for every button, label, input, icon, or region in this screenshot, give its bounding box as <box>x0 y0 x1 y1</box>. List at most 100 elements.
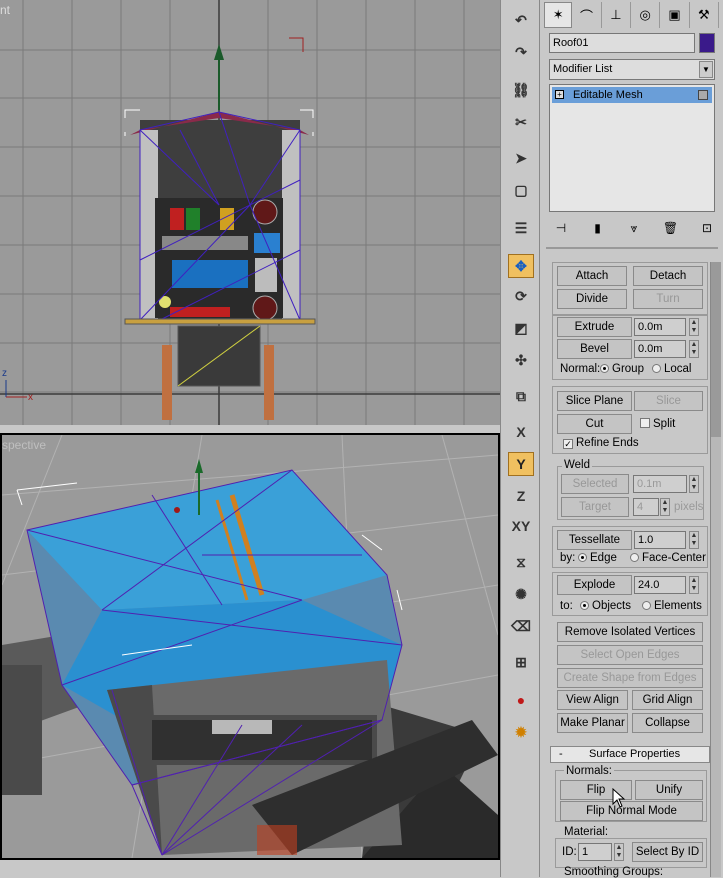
select-by-id-button[interactable]: Select By ID <box>632 842 703 862</box>
surface-properties-rollout-header[interactable]: - Surface Properties <box>550 746 710 763</box>
snap-icon[interactable]: ⧉ <box>508 384 534 408</box>
turn-button[interactable]: Turn <box>633 289 703 309</box>
spinner-arrows-icon[interactable]: ▲ ▼ <box>689 531 699 549</box>
link-icon[interactable]: ⛓ <box>508 78 534 102</box>
align-icon[interactable]: ⊞ <box>508 650 534 674</box>
normal-group-radio[interactable]: Group <box>600 363 644 375</box>
split-checkbox[interactable]: Split <box>640 418 675 430</box>
mirror-icon[interactable]: ⧖ <box>508 550 534 574</box>
show-end-result-icon[interactable]: ▮ <box>587 218 609 238</box>
configure-sets-icon[interactable]: ⊡ <box>696 218 718 238</box>
tessellate-button[interactable]: Tessellate <box>557 530 632 550</box>
modifier-toggle-icon[interactable] <box>698 90 708 100</box>
divide-button[interactable]: Divide <box>557 289 627 309</box>
scroll-thumb[interactable] <box>711 262 721 437</box>
remove-modifier-icon[interactable]: 🗑 <box>660 218 682 238</box>
slice-plane-button[interactable]: Slice Plane <box>557 391 632 411</box>
modifier-stack-item[interactable]: + Editable Mesh <box>552 87 712 103</box>
collapse-button[interactable]: Collapse <box>632 713 703 733</box>
detach-button[interactable]: Detach <box>633 266 703 286</box>
remove-isolated-vertices-button[interactable]: Remove Isolated Vertices <box>557 622 703 642</box>
grid-align-button[interactable]: Grid Align <box>632 690 703 710</box>
display-tab-icon[interactable]: ▣ <box>660 2 690 28</box>
make-unique-icon[interactable]: ⩔ <box>623 218 645 238</box>
unify-button[interactable]: Unify <box>635 780 703 800</box>
bevel-amount-field[interactable]: 0.0m <box>634 340 686 358</box>
checkbox-checked-icon[interactable]: ✓ <box>563 439 573 449</box>
axis-z-icon[interactable]: Z <box>508 484 534 508</box>
top-viewport[interactable]: nt z x <box>0 0 500 425</box>
refine-ends-checkbox[interactable]: ✓ Refine Ends <box>563 437 639 449</box>
view-align-button[interactable]: View Align <box>557 690 628 710</box>
utilities-tab-icon[interactable]: ⚒ <box>690 2 720 28</box>
flip-normal-mode-button[interactable]: Flip Normal Mode <box>560 801 703 821</box>
create-shape-from-edges-button[interactable]: Create Shape from Edges <box>557 668 703 688</box>
bevel-button[interactable]: Bevel <box>557 339 632 359</box>
by-face-center-radio[interactable]: Face-Center <box>630 552 706 564</box>
eraser-icon[interactable]: ⌫ <box>508 614 534 638</box>
radio-icon[interactable] <box>642 601 651 610</box>
roof-object[interactable] <box>124 109 314 321</box>
radio-icon[interactable] <box>630 553 639 562</box>
material-editor-icon[interactable]: ● <box>508 688 534 712</box>
select-icon[interactable]: ➤ <box>508 146 534 170</box>
spinner-arrows-icon[interactable]: ▲ ▼ <box>614 843 624 861</box>
select-region-icon[interactable]: ▢ <box>508 178 534 202</box>
to-elements-radio[interactable]: Elements <box>642 600 702 612</box>
spinner-arrows-icon[interactable]: ▲ ▼ <box>689 318 699 336</box>
axis-y-icon[interactable]: Y <box>508 452 534 476</box>
pivot-icon[interactable]: ✣ <box>508 348 534 372</box>
tessellate-tension-field[interactable]: 1.0 <box>634 531 686 549</box>
unlink-icon[interactable]: ✂ <box>508 110 534 134</box>
object-color-swatch[interactable] <box>699 33 715 53</box>
slice-button[interactable]: Slice <box>634 391 703 411</box>
cut-button[interactable]: Cut <box>557 414 632 434</box>
spinner-arrows-icon[interactable]: ▲ ▼ <box>660 498 670 516</box>
move-icon[interactable]: ✥ <box>508 254 534 278</box>
explode-button[interactable]: Explode <box>557 575 632 595</box>
array-icon[interactable]: ✺ <box>508 582 534 606</box>
explode-angle-field[interactable]: 24.0 <box>634 576 686 594</box>
perspective-viewport[interactable]: spective <box>0 433 500 860</box>
object-name-field[interactable]: Roof01 <box>549 33 695 53</box>
transform-gizmo-y[interactable] <box>214 44 224 60</box>
create-tab-icon[interactable]: ✶ <box>544 2 573 28</box>
weld-threshold-field[interactable]: 0.1m <box>633 475 687 493</box>
weld-target-button[interactable]: Target <box>561 497 629 517</box>
axis-x-icon[interactable]: X <box>508 420 534 444</box>
transform-gizmo-y[interactable] <box>195 459 203 473</box>
pin-stack-icon[interactable]: ⊣ <box>550 218 572 238</box>
redo-icon[interactable]: ↷ <box>508 40 534 64</box>
by-edge-radio[interactable]: Edge <box>578 552 617 564</box>
radio-checked-icon[interactable] <box>600 364 609 373</box>
select-open-edges-button[interactable]: Select Open Edges <box>557 645 703 665</box>
weld-selected-button[interactable]: Selected <box>561 474 629 494</box>
extrude-amount-field[interactable]: 0.0m <box>634 318 686 336</box>
rotate-icon[interactable]: ⟳ <box>508 284 534 308</box>
radio-icon[interactable] <box>652 364 661 373</box>
spinner-arrows-icon[interactable]: ▲ ▼ <box>689 475 699 493</box>
attach-button[interactable]: Attach <box>557 266 627 286</box>
radio-checked-icon[interactable] <box>578 553 587 562</box>
spinner-arrows-icon[interactable]: ▲ ▼ <box>689 340 699 358</box>
scale-icon[interactable]: ◩ <box>508 316 534 340</box>
make-planar-button[interactable]: Make Planar <box>557 713 628 733</box>
normal-local-radio[interactable]: Local <box>652 363 692 375</box>
undo-icon[interactable]: ↶ <box>508 8 534 32</box>
checkbox-icon[interactable] <box>640 418 650 428</box>
spinner-arrows-icon[interactable]: ▲ ▼ <box>689 576 699 594</box>
extrude-button[interactable]: Extrude <box>557 317 632 337</box>
hierarchy-tab-icon[interactable]: ⊥ <box>602 2 632 28</box>
to-objects-radio[interactable]: Objects <box>580 600 631 612</box>
axis-xy-icon[interactable]: XY <box>508 514 534 538</box>
radio-checked-icon[interactable] <box>580 601 589 610</box>
weld-target-pixels-field[interactable]: 4 <box>633 498 659 516</box>
motion-tab-icon[interactable]: ◎ <box>631 2 661 28</box>
render-icon[interactable]: ✹ <box>508 720 534 744</box>
panel-scrollbar[interactable] <box>710 262 721 877</box>
viewport-separator[interactable] <box>0 425 500 433</box>
modifier-list-dropdown[interactable]: Modifier List ▼ <box>549 59 715 80</box>
material-id-field[interactable]: 1 <box>578 843 612 861</box>
expand-icon[interactable]: + <box>555 90 564 99</box>
select-by-name-icon[interactable]: ☰ <box>508 216 534 240</box>
